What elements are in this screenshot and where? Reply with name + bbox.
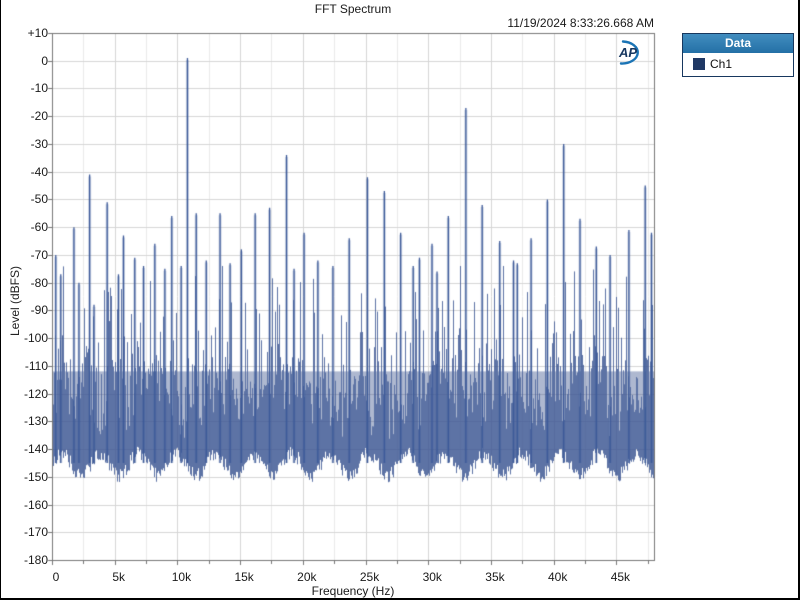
x-tick-label: 25k — [359, 570, 380, 584]
x-tick-label: 15k — [234, 570, 254, 584]
y-tick-label: 0 — [41, 53, 48, 68]
x-tick-label: 0 — [52, 570, 60, 584]
y-tick-label: -90 — [30, 303, 48, 318]
y-tick-label: -170 — [23, 525, 48, 540]
y-tick-label: -130 — [23, 414, 48, 429]
x-tick-label: 10k — [171, 570, 192, 584]
x-axis-title: Frequency (Hz) — [311, 584, 395, 598]
x-tick-label: 20k — [297, 570, 317, 584]
x-tick-label: 35k — [485, 570, 505, 584]
x-tick-label: 30k — [422, 570, 442, 584]
y-tick-label: -40 — [30, 164, 48, 179]
y-tick-label: -10 — [30, 81, 48, 96]
y-tick-label: -30 — [30, 136, 48, 151]
x-tick-label: 5k — [112, 570, 126, 584]
fft-spectrum-window: FFT Spectrum 11/19/2024 8:33:26.668 AM L… — [0, 0, 800, 600]
ap-logo-graphic: AP — [618, 40, 639, 65]
y-tick-label: -160 — [23, 497, 48, 512]
ch1-color-swatch — [693, 58, 705, 70]
y-tick-label: -140 — [23, 442, 48, 457]
x-tick-label: 45k — [610, 570, 631, 584]
fft-plot-canvas[interactable] — [1, 0, 798, 598]
chart-timestamp: 11/19/2024 8:33:26.668 AM — [507, 16, 654, 30]
y-tick-label: -180 — [23, 553, 48, 567]
legend-header[interactable]: Data — [683, 34, 793, 53]
chart-title: FFT Spectrum — [314, 2, 392, 16]
ap-logo-text: AP — [618, 45, 637, 60]
ch1-label: Ch1 — [710, 57, 733, 71]
y-tick-label: -50 — [30, 192, 48, 207]
y-axis-title: Level (dBFS) — [8, 265, 22, 337]
y-tick-label: -80 — [30, 275, 48, 290]
y-tick-label: -120 — [23, 386, 48, 401]
y-tick-label: -60 — [30, 220, 48, 235]
ap-logo: AP — [611, 37, 655, 69]
legend-item-ch1[interactable]: Ch1 — [683, 53, 793, 76]
legend-panel: Data Ch1 — [682, 33, 794, 77]
y-tick-label: -20 — [30, 109, 48, 124]
y-tick-label: -150 — [23, 469, 48, 484]
y-tick-label: -70 — [30, 247, 48, 262]
y-tick-label: -110 — [24, 358, 48, 373]
y-tick-label: +10 — [27, 26, 48, 40]
x-tick-label: 40k — [547, 570, 568, 584]
y-tick-label: -100 — [23, 331, 48, 346]
